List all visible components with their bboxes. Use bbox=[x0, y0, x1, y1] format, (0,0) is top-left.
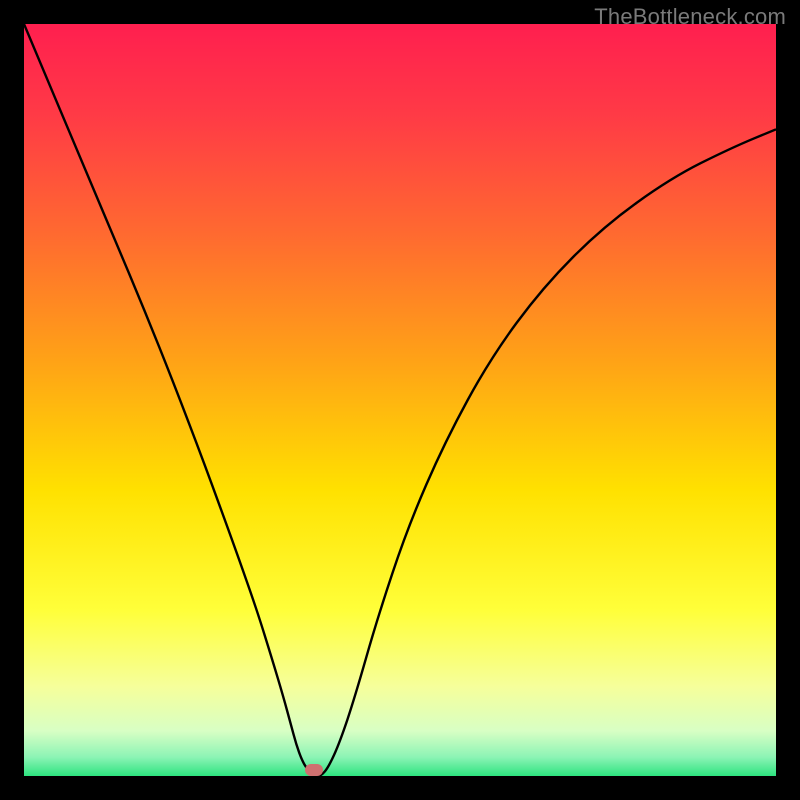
curve-path bbox=[24, 24, 776, 776]
plot-area bbox=[24, 24, 776, 776]
bottleneck-curve bbox=[24, 24, 776, 776]
chart-frame: TheBottleneck.com bbox=[0, 0, 800, 800]
optimal-point-marker bbox=[305, 764, 323, 776]
